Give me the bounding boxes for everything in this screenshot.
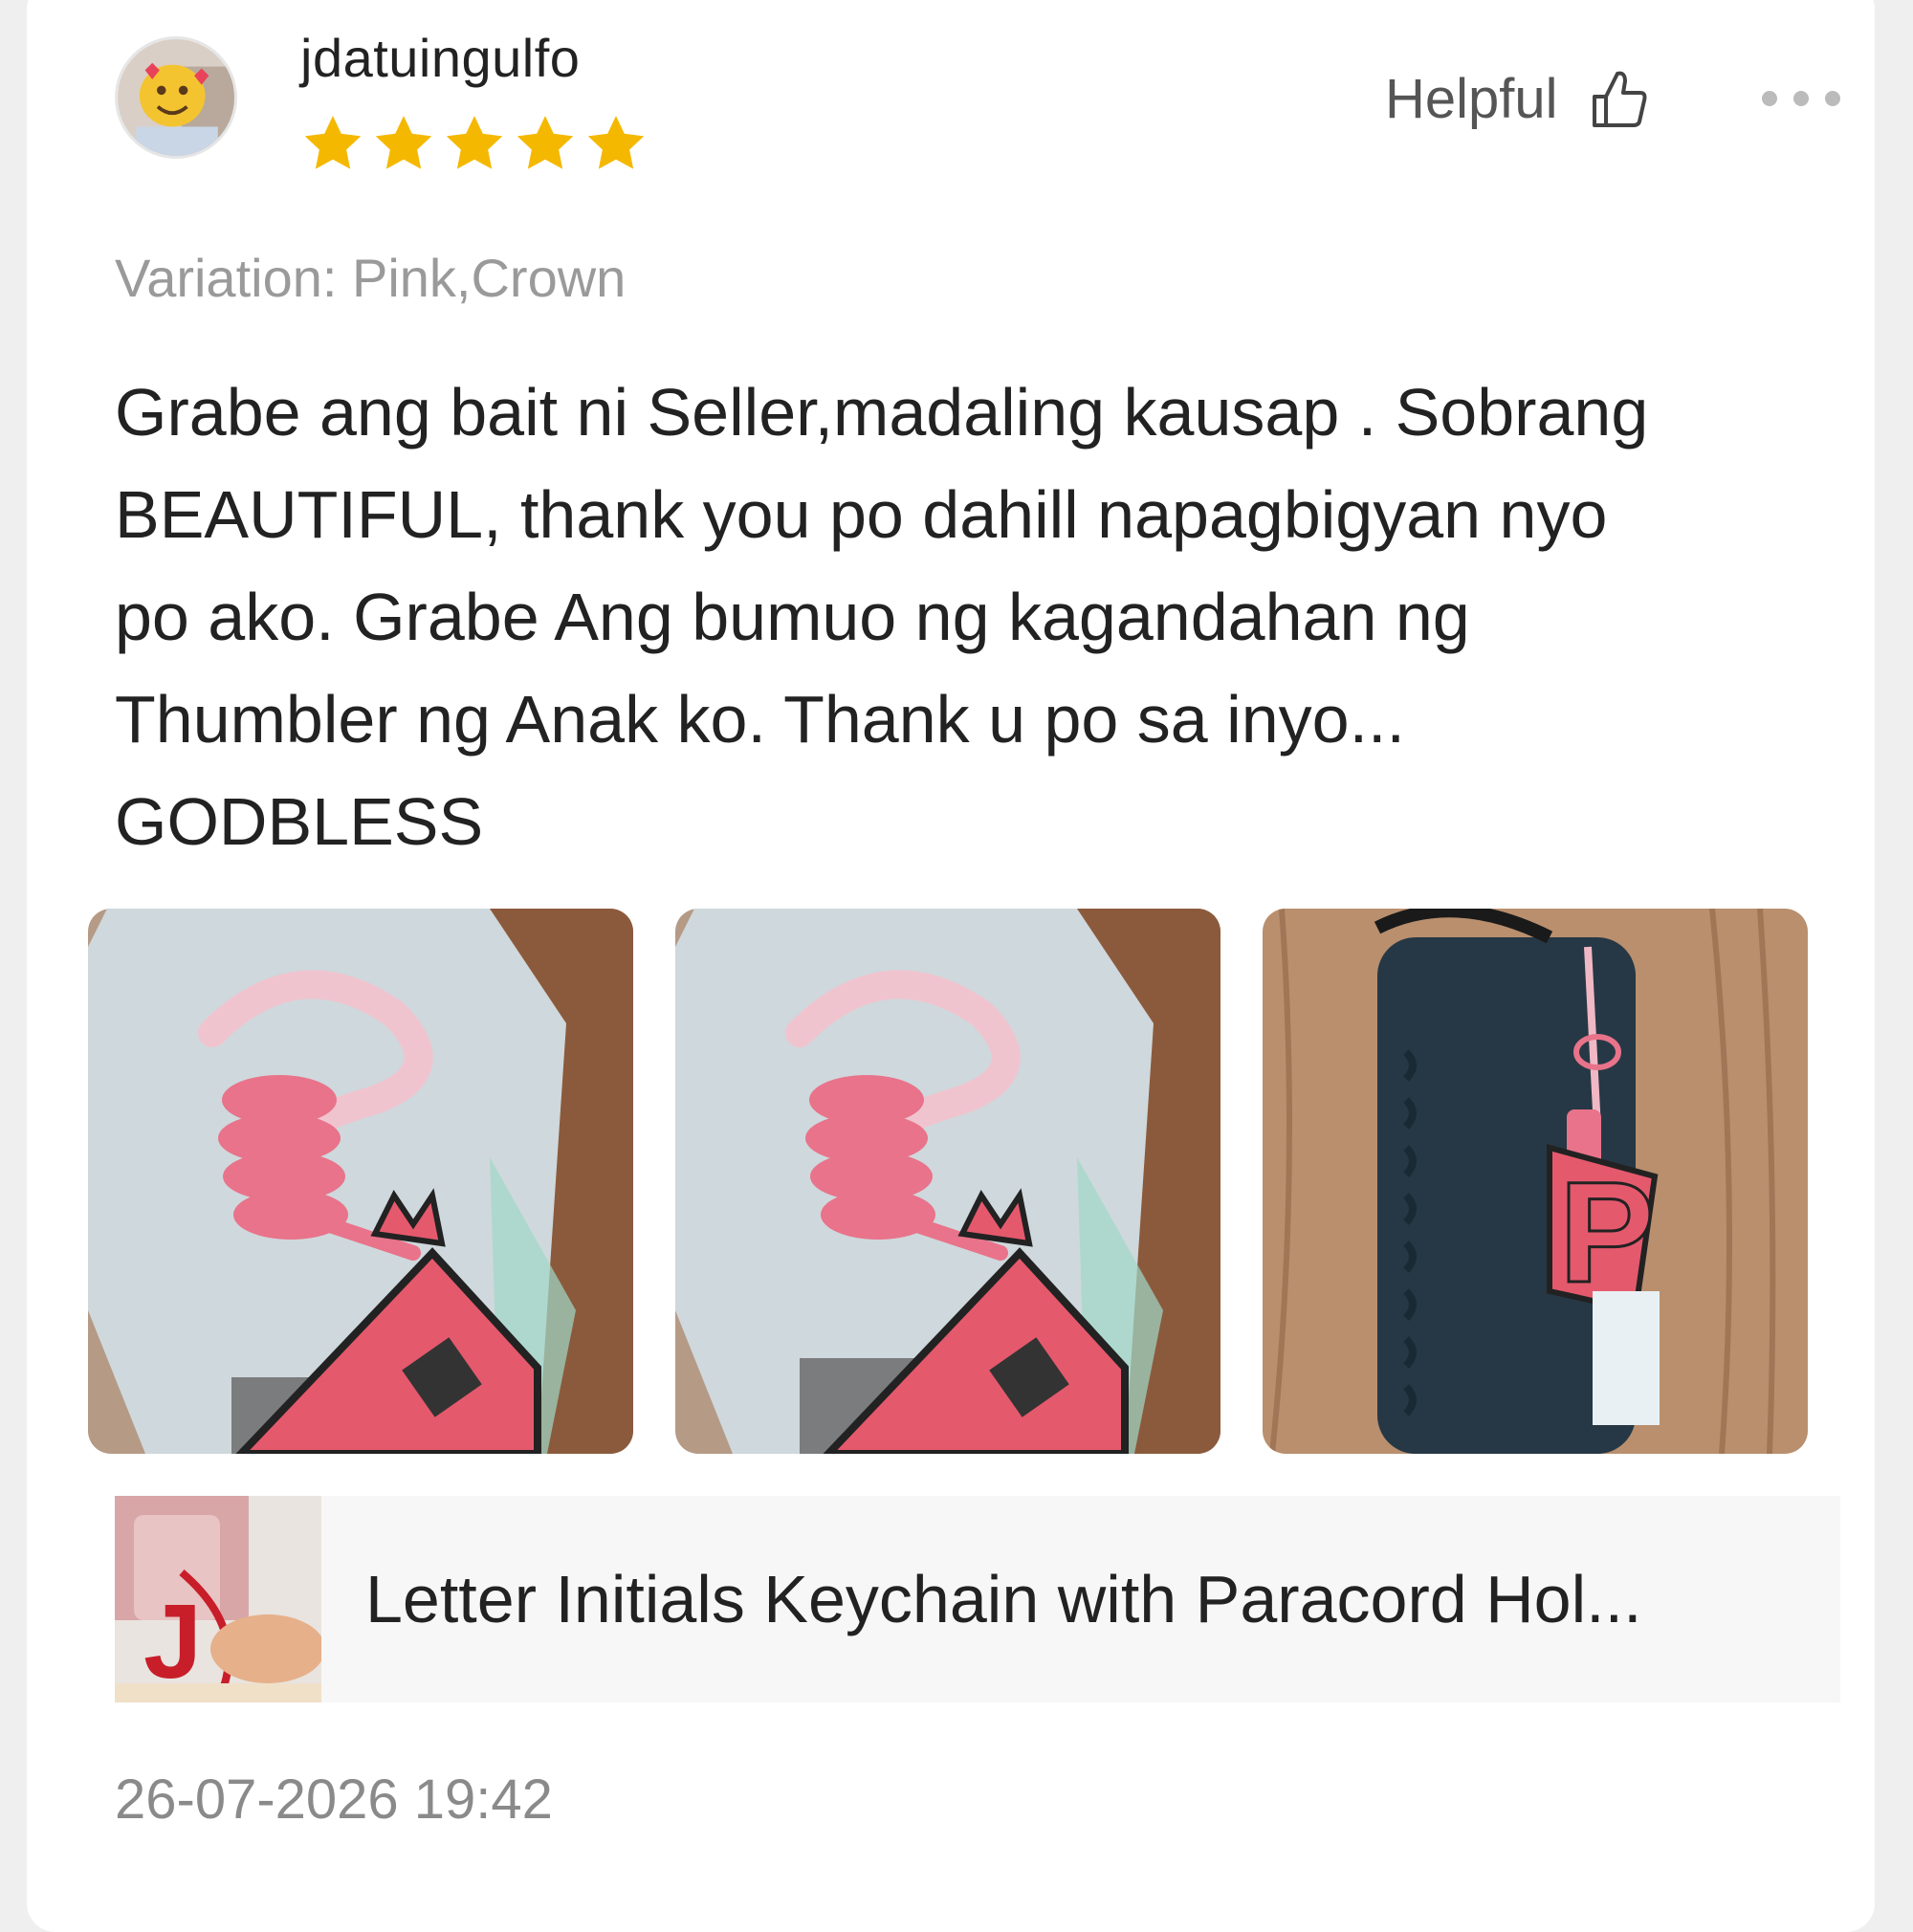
- star-icon: [304, 116, 362, 169]
- review-line: Thumbler ng Anak ko. Thank u po sa inyo.…: [115, 682, 1405, 757]
- rating-stars: [300, 111, 649, 176]
- review-line: po ako. Grabe Ang bumuo ng kagandahan ng: [115, 580, 1470, 654]
- review-line: BEAUTIFUL, thank you po dahill napagbigy…: [115, 477, 1608, 552]
- review-line: GODBLESS: [115, 784, 484, 859]
- thumbs-up-icon: [1592, 71, 1647, 127]
- review-card: jdatuingulfo Helpful Variation: Pink,Cro…: [27, 0, 1875, 1932]
- star-icon: [587, 116, 645, 169]
- star-icon: [517, 116, 574, 169]
- helpful-label: Helpful: [1385, 68, 1558, 130]
- username[interactable]: jdatuingulfo: [300, 27, 580, 89]
- review-photo-2[interactable]: [675, 909, 1220, 1454]
- more-dots-icon[interactable]: [1758, 88, 1844, 109]
- svg-text:J: J: [143, 1583, 202, 1701]
- helpful-button[interactable]: Helpful: [1385, 67, 1650, 131]
- review-line: Grabe ang bait ni Seller,madaling kausap…: [115, 375, 1649, 450]
- product-thumbnail: J: [115, 1496, 321, 1702]
- star-icon: [446, 116, 503, 169]
- variation-label: Variation: Pink,Crown: [115, 248, 627, 308]
- avatar[interactable]: [115, 36, 237, 159]
- star-icon: [375, 116, 432, 169]
- product-link[interactable]: J Letter Initials Keychain with Paracord…: [115, 1496, 1840, 1702]
- review-text: Grabe ang bait ni Seller,madaling kausap…: [115, 362, 1836, 873]
- review-photo-1[interactable]: [88, 909, 633, 1454]
- review-photo-3[interactable]: P: [1263, 909, 1808, 1454]
- product-name: Letter Initials Keychain with Paracord H…: [365, 1562, 1642, 1636]
- svg-text:P: P: [1559, 1152, 1655, 1312]
- review-timestamp: 26-07-2026 19:42: [115, 1768, 553, 1831]
